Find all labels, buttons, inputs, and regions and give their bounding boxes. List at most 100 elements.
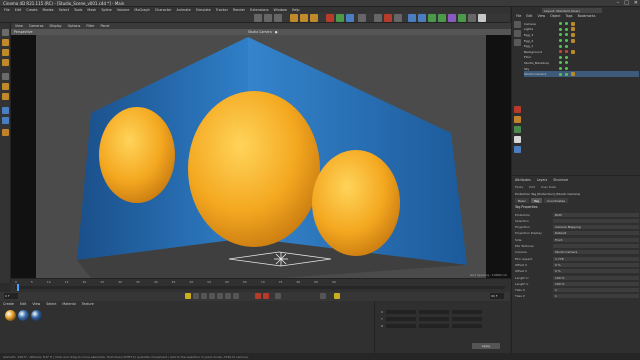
tag-icon[interactable] <box>571 27 575 32</box>
menu-item-tracker[interactable]: Tracker <box>216 8 228 12</box>
go-to-start-icon[interactable] <box>185 293 191 299</box>
tag-icon[interactable] <box>571 38 575 43</box>
property-value-field[interactable]: 0 % <box>553 269 639 274</box>
object-menu-tags[interactable]: Tags <box>566 14 573 18</box>
property-value-field[interactable]: Studio Camera <box>553 250 639 255</box>
visibility-dot-icon[interactable] <box>559 22 562 26</box>
previous-frame-icon[interactable] <box>201 293 207 299</box>
tag-icon[interactable] <box>571 21 575 26</box>
coord-size-field[interactable] <box>419 323 450 328</box>
menu-item-modes[interactable]: Modes <box>43 8 54 12</box>
render-region-icon[interactable] <box>374 14 382 22</box>
visibility-dot-icon[interactable] <box>559 50 562 54</box>
maximize-button[interactable]: □ <box>624 0 629 6</box>
render-view-icon[interactable] <box>384 14 392 22</box>
coord-position-field[interactable] <box>386 309 417 314</box>
render-dot-icon[interactable] <box>565 72 568 76</box>
menu-item-create[interactable]: Create <box>26 8 37 12</box>
menu-item-window[interactable]: Window <box>273 8 286 12</box>
property-value-field[interactable]: Front <box>553 237 639 242</box>
timeline-track[interactable] <box>15 286 505 289</box>
material-menu-edit[interactable]: Edit <box>20 302 26 306</box>
menu-item-edit[interactable]: Edit <box>15 8 22 12</box>
filter-icon[interactable] <box>514 21 521 28</box>
attribute-subtab-coordinates[interactable]: Coordinates <box>544 198 569 203</box>
attribute-subtab-tag[interactable]: Tag <box>530 198 543 203</box>
menu-item-tools[interactable]: Tools <box>74 8 82 12</box>
render-dot-icon[interactable] <box>565 27 568 31</box>
camera-icon[interactable] <box>468 14 476 22</box>
menu-item-help[interactable]: Help <box>292 8 300 12</box>
coord-rotation-field[interactable] <box>451 316 482 321</box>
close-button[interactable]: ✕ <box>634 0 638 6</box>
render-dot-icon[interactable] <box>565 67 568 71</box>
render-dot-icon[interactable] <box>565 39 568 43</box>
object-menu-view[interactable]: View <box>538 14 546 18</box>
apply-button[interactable]: Apply <box>472 343 500 349</box>
layer-icon[interactable] <box>514 136 521 143</box>
next-frame-icon[interactable] <box>217 293 223 299</box>
coord-rotation-field[interactable] <box>452 323 483 328</box>
scale-icon[interactable] <box>300 14 308 22</box>
render-dot-icon[interactable] <box>565 22 568 26</box>
snap-icon[interactable] <box>2 107 9 114</box>
material-menu-view[interactable]: View <box>32 302 40 306</box>
attribute-tab-attributes[interactable]: Attributes <box>515 178 531 182</box>
object-row[interactable]: Studio Camera <box>524 71 639 77</box>
material-swatch[interactable] <box>18 310 29 321</box>
property-value-field[interactable]: 1.778 <box>553 256 639 261</box>
timeline[interactable]: 0 5 10 15 20 25 30 35 40 45 50 55 60 65 70 75 80 85 90 <box>11 278 511 292</box>
rotate-icon[interactable] <box>310 14 318 22</box>
current-frame-field[interactable]: 0 F <box>4 293 18 299</box>
deformer-icon[interactable] <box>448 14 456 22</box>
make-editable-icon[interactable] <box>2 29 9 36</box>
coord-position-field[interactable] <box>386 323 417 328</box>
texture-mode-icon[interactable] <box>2 83 9 90</box>
object-menu-bookmarks[interactable]: Bookmarks <box>578 14 596 18</box>
coord-position-field[interactable] <box>385 316 416 321</box>
uv-mode-icon[interactable] <box>2 93 9 100</box>
end-frame-field[interactable]: 90 F <box>490 293 504 299</box>
property-value-field[interactable]: 0 % <box>553 262 639 267</box>
visibility-dot-icon[interactable] <box>559 67 562 71</box>
select-icon[interactable] <box>274 14 282 22</box>
go-to-end-icon[interactable] <box>233 293 239 299</box>
menu-item-mesh[interactable]: Mesh <box>87 8 96 12</box>
material-swatch[interactable] <box>5 310 16 321</box>
content-browser-icon[interactable] <box>514 146 521 153</box>
undo-icon[interactable] <box>254 14 262 22</box>
layout-selector[interactable]: Layout: Standard (User) <box>542 8 602 13</box>
render-icon[interactable] <box>514 106 521 113</box>
material-menu-create[interactable]: Create <box>3 302 14 306</box>
previous-key-icon[interactable] <box>193 293 199 299</box>
tag-icon[interactable] <box>514 126 521 133</box>
coord-size-field[interactable] <box>419 309 450 314</box>
attribute-menu-item[interactable]: User Data <box>541 185 556 189</box>
attribute-tab-layers[interactable]: Layers <box>537 178 548 182</box>
render-dot-icon[interactable] <box>565 33 568 37</box>
pen-icon[interactable] <box>418 14 426 22</box>
next-key-icon[interactable] <box>225 293 231 299</box>
keyframe-selection-icon[interactable] <box>275 293 281 299</box>
menu-item-mograph[interactable]: MoGraph <box>134 8 149 12</box>
menu-item-extensions[interactable]: Extensions <box>250 8 268 12</box>
property-value-field[interactable]: Both <box>553 212 639 217</box>
property-value-field[interactable]: 100 % <box>553 281 639 286</box>
visibility-dot-icon[interactable] <box>559 39 562 43</box>
property-value-field[interactable]: 100 % <box>553 275 639 280</box>
material-menu-material[interactable]: Material <box>62 302 75 306</box>
axis-z-icon[interactable] <box>346 14 354 22</box>
polygons-mode-icon[interactable] <box>2 59 9 66</box>
visibility-dot-icon[interactable] <box>559 44 562 48</box>
record-icon[interactable] <box>255 293 261 299</box>
cube-icon[interactable] <box>408 14 416 22</box>
points-mode-icon[interactable] <box>2 39 9 46</box>
menu-item-volume[interactable]: Volume <box>117 8 130 12</box>
model-mode-icon[interactable] <box>2 73 9 80</box>
search-icon[interactable] <box>514 30 521 37</box>
redo-icon[interactable] <box>264 14 272 22</box>
visibility-dot-icon[interactable] <box>559 33 562 37</box>
menu-item-file[interactable]: File <box>4 8 10 12</box>
tag-icon[interactable] <box>571 72 575 77</box>
render-settings-icon[interactable] <box>394 14 402 22</box>
